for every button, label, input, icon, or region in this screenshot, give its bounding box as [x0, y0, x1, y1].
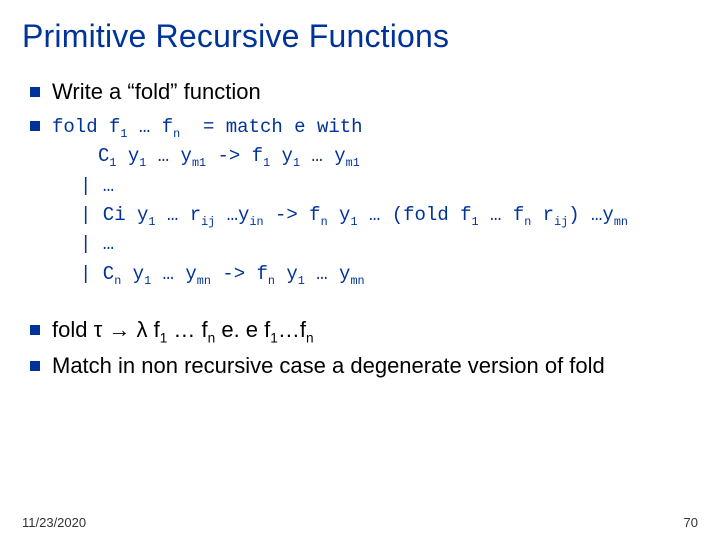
spacer: [22, 295, 702, 315]
code-line-2: C1 y1 … ym1 -> f1 y1 … ym1: [52, 142, 702, 171]
bullet-write-fold: Write a “fold” function: [22, 77, 702, 107]
bullet-list: Write a “fold” function fold f1 … fn = m…: [22, 77, 702, 289]
code-line-5: | …: [70, 230, 702, 259]
code-line-3: | …: [70, 172, 702, 201]
footer: 11/23/2020 70: [22, 515, 698, 530]
bullet-list-2: fold τ → λ f1 … fn e. e f1…fn Match in n…: [22, 315, 702, 380]
code-line-4: | Ci y1 … rij …yin -> fn y1 … (fold f1 ……: [70, 201, 702, 230]
slide: Primitive Recursive Functions Write a “f…: [0, 0, 720, 540]
bullet-code-block: fold f1 … fn = match e with C1 y1 … ym1 …: [22, 113, 702, 290]
bullet-fold-tau: fold τ → λ f1 … fn e. e f1…fn: [22, 315, 702, 345]
code-line-1: fold f1 … fn = match e with: [52, 116, 363, 138]
bullet-text: Match in non recursive case a degenerate…: [52, 353, 605, 378]
footer-date: 11/23/2020: [22, 515, 86, 530]
code-line-6: | Cn y1 … ymn -> fn y1 … ymn: [70, 260, 702, 289]
page-title: Primitive Recursive Functions: [22, 18, 702, 55]
footer-page: 70: [684, 515, 698, 530]
bullet-text: fold τ → λ f1 … fn e. e f1…fn: [52, 317, 314, 342]
bullet-match-degenerate: Match in non recursive case a degenerate…: [22, 351, 702, 381]
bullet-text: Write a “fold” function: [52, 79, 261, 104]
